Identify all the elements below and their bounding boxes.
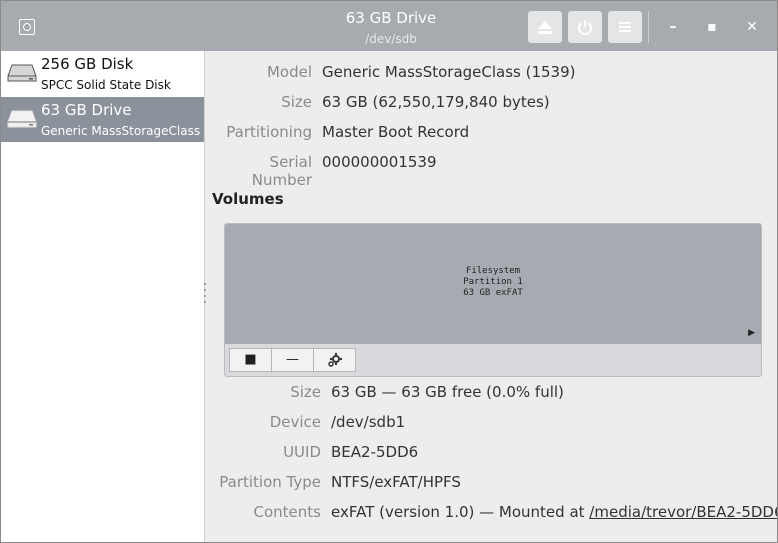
partition-type-label: Partition Type [219, 473, 321, 491]
partition-settings-button[interactable] [313, 348, 356, 372]
power-icon [578, 20, 592, 35]
size-label: Size [281, 93, 312, 111]
volumes-heading: Volumes [212, 190, 284, 208]
drive-menu-button[interactable] [608, 11, 642, 43]
app-icon[interactable] [19, 19, 35, 35]
disk-name: 256 GB Disk [41, 55, 134, 73]
hard-disk-icon [7, 64, 37, 82]
uuid-value: BEA2-5DD6 [331, 443, 419, 461]
uuid-label: UUID [283, 443, 321, 461]
contents-value: exFAT (version 1.0) — Mounted at /media/… [331, 503, 777, 521]
model-label: Model [266, 63, 312, 81]
volume-size-label: Size [290, 383, 321, 401]
maximize-button[interactable]: ▪ [700, 15, 724, 39]
partition-type-value: NTFS/exFAT/HPFS [331, 473, 461, 491]
power-off-button[interactable] [568, 11, 602, 43]
close-button[interactable]: ✕ [740, 15, 764, 39]
model-value: Generic MassStorageClass (1539) [322, 63, 576, 81]
eject-button[interactable] [528, 11, 562, 43]
serial-value: 000000001539 [322, 153, 437, 171]
disk-name: 63 GB Drive [41, 101, 132, 119]
disk-list-item[interactable]: 256 GB Disk SPCC Solid State Disk [1, 51, 204, 96]
window-title: 63 GB Drive [345, 9, 437, 27]
window-subtitle: /dev/sdb [365, 32, 417, 46]
disk-description: Generic MassStorageClass [41, 124, 201, 138]
menu-icon [619, 22, 631, 32]
partition-label: Filesystem Partition 1 63 GB exFAT [463, 266, 523, 298]
header-bar[interactable]: 63 GB Drive /dev/sdb – ▪ ✕ [1, 1, 777, 51]
play-arrow-icon: ▶ [748, 328, 755, 338]
mount-point-link[interactable]: /media/trevor/BEA2-5DD6 [589, 503, 777, 521]
device-label: Device [269, 413, 321, 431]
header-separator [648, 11, 649, 43]
serial-label: Serial Number [251, 153, 312, 189]
gear-icon [327, 353, 342, 367]
drive-icon [7, 110, 37, 128]
partitioning-value: Master Boot Record [322, 123, 470, 141]
minimize-button[interactable]: – [661, 15, 685, 39]
volume-map: Filesystem Partition 1 63 GB exFAT ▶ ■ — [224, 223, 762, 377]
disks-window: 63 GB Drive /dev/sdb – ▪ ✕ 256 GB Disk S… [0, 0, 778, 543]
contents-label: Contents [253, 503, 321, 521]
delete-partition-button[interactable]: — [271, 348, 314, 372]
volume-size-value: 63 GB — 63 GB free (0.0% full) [331, 383, 564, 401]
partition-block[interactable]: Filesystem Partition 1 63 GB exFAT ▶ [225, 224, 761, 344]
size-value: 63 GB (62,550,179,840 bytes) [322, 93, 550, 111]
partitioning-label: Partitioning [226, 123, 312, 141]
disk-description: SPCC Solid State Disk [41, 78, 171, 92]
disk-list-item-selected[interactable]: 63 GB Drive Generic MassStorageClass [1, 97, 204, 142]
eject-icon [538, 21, 552, 34]
device-value: /dev/sdb1 [331, 413, 406, 431]
disk-list: 256 GB Disk SPCC Solid State Disk 63 GB … [1, 51, 205, 542]
unmount-button[interactable]: ■ [229, 348, 272, 372]
drive-details: Model Generic MassStorageClass (1539) Si… [205, 51, 777, 542]
